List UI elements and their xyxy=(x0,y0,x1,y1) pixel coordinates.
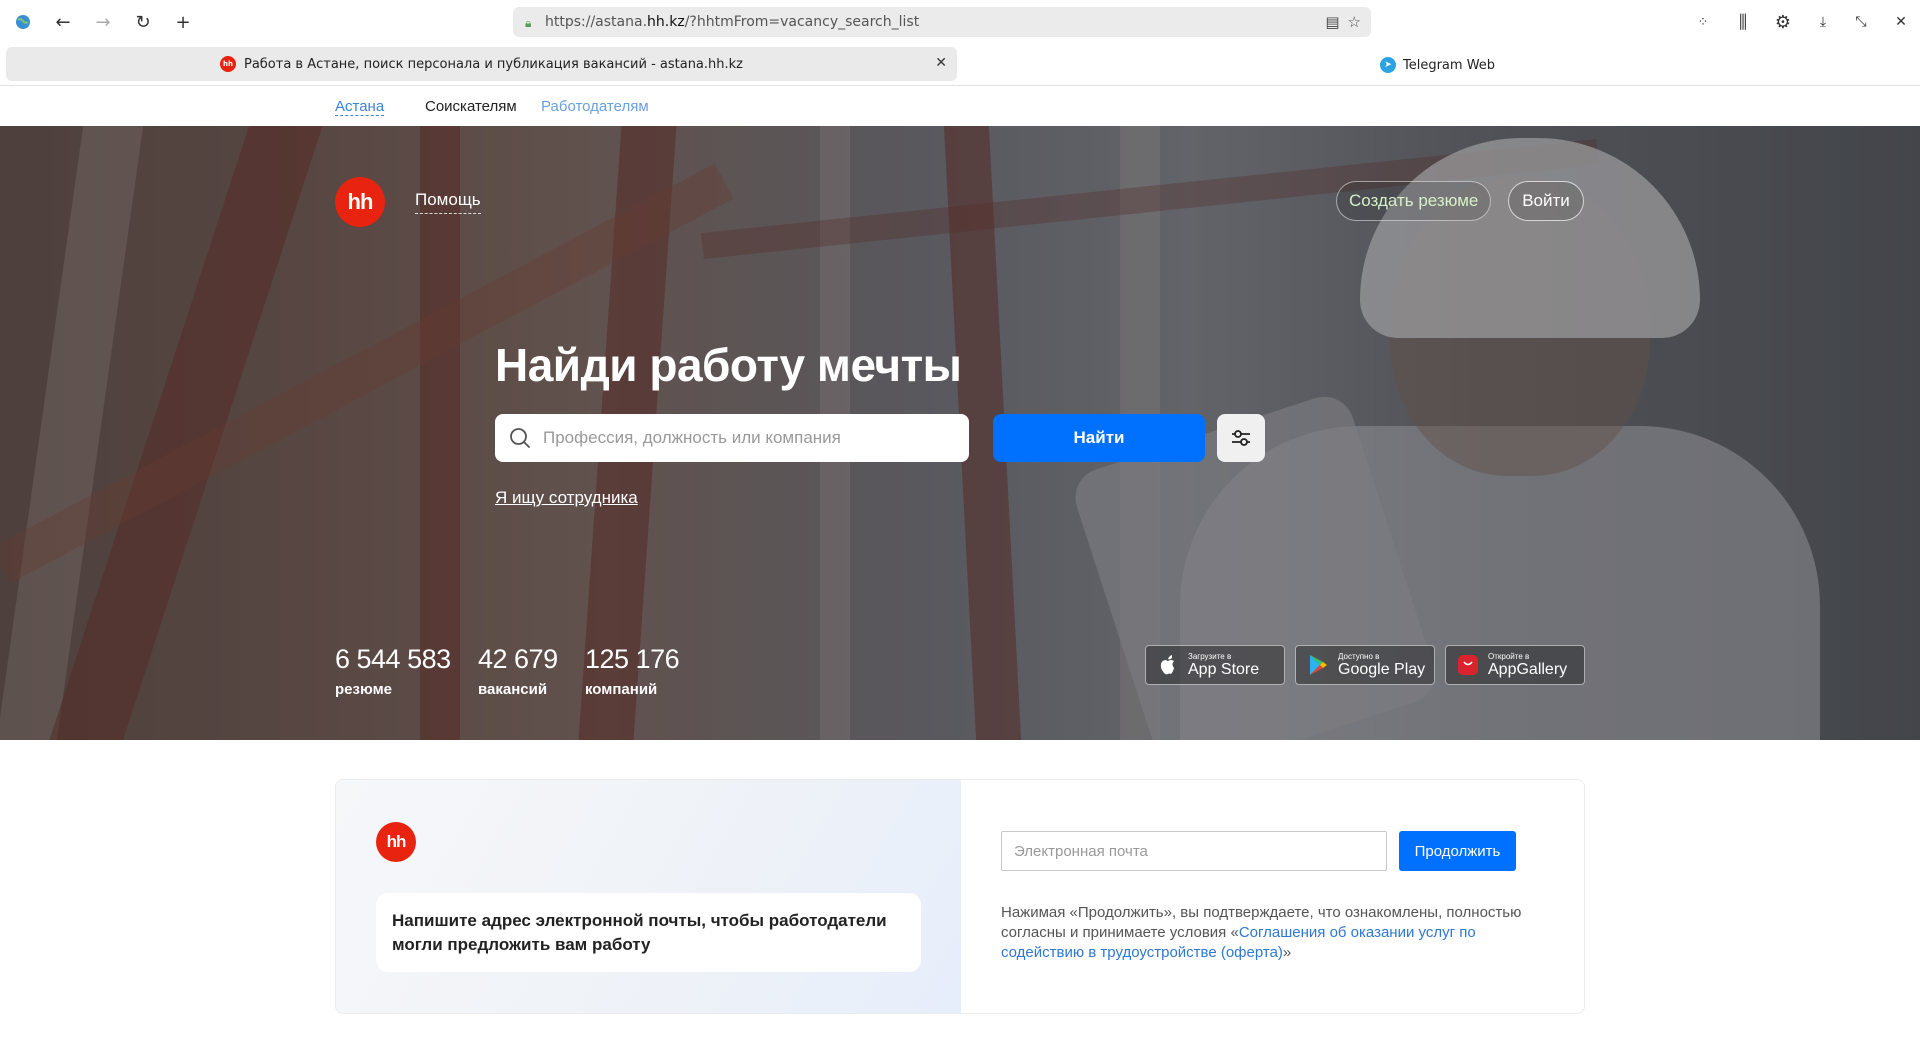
store-name: App Store xyxy=(1188,661,1260,678)
store-caption: Откройте в xyxy=(1488,652,1530,661)
create-resume-button[interactable]: Создать резюме xyxy=(1336,181,1492,221)
search-icon xyxy=(510,428,531,449)
tab-close-icon[interactable]: ✕ xyxy=(935,55,947,71)
stat-label: вакансий xyxy=(478,681,548,698)
filter-sliders-icon xyxy=(1232,430,1250,446)
reload-icon[interactable]: ↻ xyxy=(128,7,158,37)
stat-vacancies: 42 679 вакансий xyxy=(478,644,558,698)
stat-companies: 125 176 компаний xyxy=(585,644,680,698)
search-field[interactable] xyxy=(495,414,969,462)
tab-title: Работа в Астане, поиск персонала и публи… xyxy=(243,56,743,72)
city-selector-link[interactable]: Астана xyxy=(335,98,385,116)
address-bar[interactable]: 🔒︎ https://astana. hh.kz/?hhtmFrom=vacanc… xyxy=(513,7,1371,37)
url-prefix: https://astana. xyxy=(545,14,648,30)
apple-icon xyxy=(1156,653,1180,677)
url-path: /?hhtmFrom=vacancy_search_list xyxy=(684,14,920,30)
globe-icon[interactable] xyxy=(8,7,38,37)
login-button[interactable]: Войти xyxy=(1508,181,1584,221)
close-window-icon[interactable]: ✕ xyxy=(1886,7,1916,37)
find-button[interactable]: Найти xyxy=(993,414,1205,462)
terms-text-after: » xyxy=(1282,944,1292,961)
download-icon[interactable]: ⤓ xyxy=(1808,7,1838,37)
store-name: AppGallery xyxy=(1488,661,1568,678)
search-input[interactable] xyxy=(543,428,963,448)
google-play-icon xyxy=(1306,653,1330,677)
tab-hh-active[interactable]: hh Работа в Астане, поиск персонала и пу… xyxy=(6,47,957,81)
bookmark-star-icon[interactable]: ☆ xyxy=(1348,13,1361,31)
url-host: hh.kz xyxy=(647,14,685,30)
new-tab-icon[interactable]: + xyxy=(168,7,198,37)
appgallery-badge[interactable]: Откройте в AppGallery xyxy=(1445,645,1585,685)
employers-link[interactable]: Работодателям xyxy=(541,98,649,115)
reader-view-icon[interactable]: ▤ xyxy=(1325,13,1339,31)
store-caption: Доступно в xyxy=(1338,652,1380,661)
stat-label: компаний xyxy=(585,681,658,698)
hh-logo-small: hh xyxy=(376,822,416,862)
stat-value: 6 544 583 xyxy=(335,644,451,674)
stat-resumes: 6 544 583 резюме xyxy=(335,644,451,698)
subscribe-message-panel: hh Напишите адрес электронной почты, что… xyxy=(336,780,961,1013)
telegram-icon: ➤ xyxy=(1380,57,1396,73)
settings-gear-icon[interactable]: ⚙ xyxy=(1768,7,1798,37)
email-subscribe-card: hh Напишите адрес электронной почты, что… xyxy=(335,779,1585,1014)
tab-strip: hh Работа в Астане, поиск персонала и пу… xyxy=(0,44,1920,86)
forward-icon[interactable]: → xyxy=(88,7,118,37)
tab-telegram-title: Telegram Web xyxy=(1403,57,1496,73)
browser-toolbar: ← → ↻ + 🔒︎ https://astana. hh.kz/?hhtmFro… xyxy=(0,0,1920,44)
subscribe-message: Напишите адрес электронной почты, чтобы … xyxy=(376,893,921,972)
hh-favicon-icon: hh xyxy=(219,56,236,72)
continue-button[interactable]: Продолжить xyxy=(1399,831,1516,871)
store-caption: Загрузите в xyxy=(1188,652,1232,661)
employer-search-link[interactable]: Я ищу сотрудника xyxy=(495,488,638,508)
store-name: Google Play xyxy=(1338,661,1426,678)
hh-logo[interactable]: hh xyxy=(335,177,385,227)
stat-label: резюме xyxy=(335,681,393,698)
stat-value: 42 679 xyxy=(478,644,558,674)
seekers-link[interactable]: Соискателям xyxy=(425,98,517,115)
google-play-badge[interactable]: Доступно в Google Play xyxy=(1295,645,1435,685)
email-field[interactable] xyxy=(1001,831,1387,871)
restore-window-icon[interactable]: ⤡ xyxy=(1846,7,1876,37)
hero-title: Найди работу мечты xyxy=(495,339,962,391)
help-link[interactable]: Помощь xyxy=(415,190,481,214)
extensions-icon[interactable]: ⁘ xyxy=(1688,7,1718,37)
stat-value: 125 176 xyxy=(585,644,680,674)
site-top-nav: Астана Соискателям Работодателям xyxy=(0,87,1920,126)
advanced-search-button[interactable] xyxy=(1217,414,1265,462)
lock-icon: 🔒︎ xyxy=(525,16,532,30)
library-icon[interactable]: ⫼ xyxy=(1728,7,1758,37)
hero-banner: hh Помощь Создать резюме Войти Найди раб… xyxy=(0,126,1920,740)
back-icon[interactable]: ← xyxy=(48,7,78,37)
app-store-badge[interactable]: Загрузите в App Store xyxy=(1145,645,1285,685)
terms-text: Нажимая «Продолжить», вы подтверждаете, … xyxy=(1001,903,1531,963)
huawei-appgallery-icon xyxy=(1456,653,1480,677)
tab-telegram[interactable]: ➤ Telegram Web xyxy=(1380,53,1495,77)
